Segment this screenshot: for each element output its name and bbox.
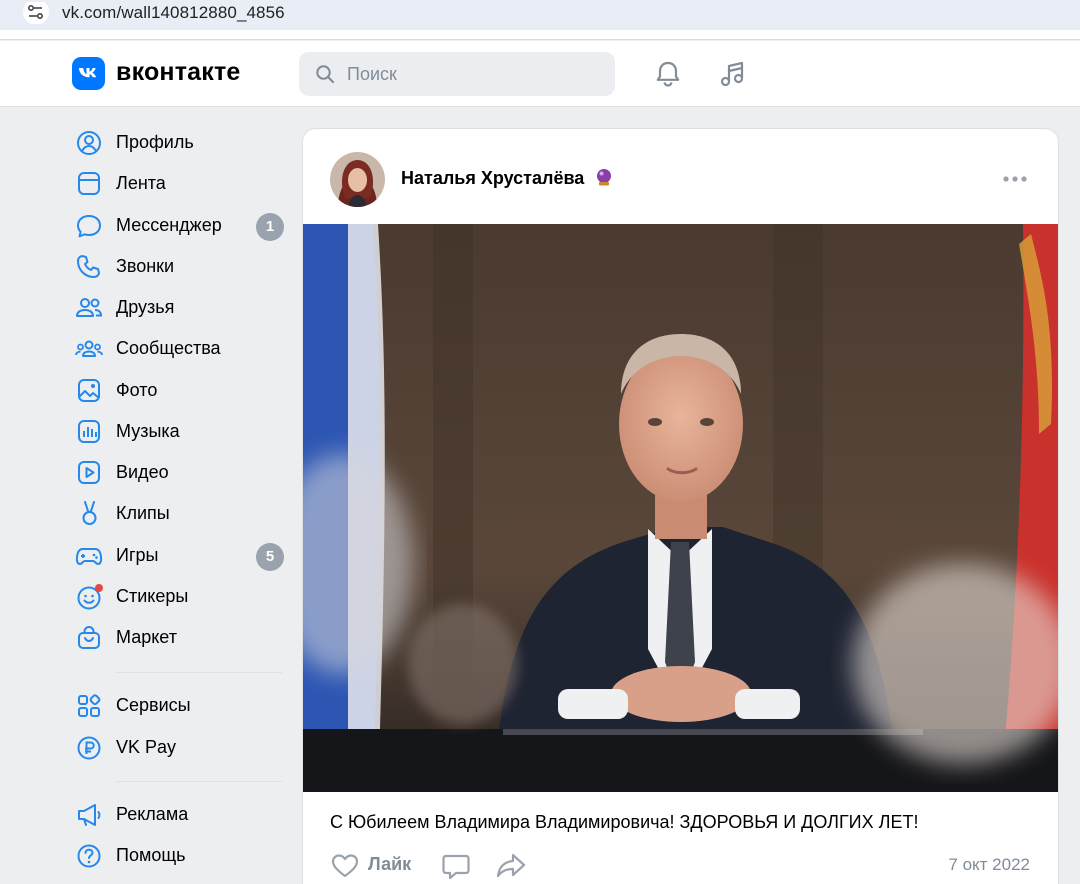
- sidebar-item-profile[interactable]: Профиль: [72, 122, 284, 162]
- sidebar-item-label: Сервисы: [116, 695, 191, 715]
- smile-icon: [77, 584, 103, 610]
- sidebar-item-communities[interactable]: Сообщества: [72, 328, 284, 368]
- sidebar-item-messenger[interactable]: Мессенджер 1: [72, 205, 284, 245]
- megaphone-icon: [78, 804, 101, 826]
- sidebar-item-label: VK Pay: [116, 737, 177, 757]
- sidebar-item-label: Клипы: [116, 503, 170, 523]
- sidebar-item-label: Стикеры: [116, 586, 189, 606]
- wall-post: Наталья Хрусталёва С Юбилеем Владимира В…: [302, 128, 1059, 884]
- help-icon: [77, 844, 101, 868]
- vk-logo-icon[interactable]: [72, 57, 105, 90]
- sidebar-item-label: Маркет: [116, 627, 177, 647]
- crystal-ball-icon: [597, 169, 611, 186]
- sidebar-divider: [116, 672, 282, 673]
- photo-icon: [78, 379, 100, 402]
- sidebar-item-video[interactable]: Видео: [72, 452, 284, 492]
- sidebar-item-label: Лента: [116, 173, 166, 193]
- sidebar-item-market[interactable]: Маркет: [72, 617, 284, 657]
- search-input[interactable]: [347, 52, 597, 96]
- site-header: вконтакте: [0, 41, 1080, 107]
- author-name[interactable]: Наталья Хрусталёва: [401, 168, 584, 189]
- friends-icon: [76, 298, 103, 317]
- sidebar-item-label: Сообщества: [116, 338, 221, 358]
- sidebar-item-services[interactable]: Сервисы: [72, 685, 284, 725]
- community-icon: [75, 340, 103, 357]
- games-count-badge: 5: [256, 543, 284, 571]
- video-icon: [78, 461, 100, 484]
- like-button[interactable]: Лайк: [330, 849, 430, 883]
- post-text: С Юбилеем Владимира Владимировича! ЗДОРО…: [330, 812, 919, 832]
- sidebar-item-games[interactable]: Игры 5: [72, 535, 284, 575]
- vk-logo-text[interactable]: вконтакте: [116, 58, 241, 87]
- share-icon[interactable]: [495, 849, 527, 883]
- sidebar-item-stickers[interactable]: Стикеры: [72, 576, 284, 616]
- post-photo[interactable]: [303, 224, 1058, 792]
- comment-icon[interactable]: [441, 849, 471, 883]
- site-settings-icon[interactable]: [22, 2, 50, 24]
- clips-icon: [82, 501, 97, 525]
- sidebar-item-label: Мессенджер: [116, 215, 222, 235]
- sidebar-item-clips[interactable]: Клипы: [72, 493, 284, 533]
- gamepad-icon: [75, 548, 103, 565]
- author-avatar[interactable]: [330, 152, 385, 207]
- music-icon: [78, 420, 100, 443]
- phone-icon: [77, 255, 100, 278]
- sidebar-item-label: Музыка: [116, 421, 180, 441]
- heart-icon: [331, 854, 359, 878]
- sidebar-item-label: Видео: [116, 462, 169, 482]
- address-pill[interactable]: vk.com/wall140812880_4856: [0, 0, 1080, 30]
- sidebar-item-vkpay[interactable]: VK Pay: [72, 727, 284, 767]
- shopping-bag-icon: [78, 625, 100, 649]
- sidebar-item-label: Фото: [116, 380, 158, 400]
- sidebar-item-feed[interactable]: Лента: [72, 163, 284, 203]
- ruble-icon: [77, 736, 101, 760]
- post-date[interactable]: 7 окт 2022: [948, 855, 1030, 875]
- sidebar-item-label: Реклама: [116, 804, 189, 824]
- sidebar-item-friends[interactable]: Друзья: [72, 287, 284, 327]
- sidebar-item-label: Игры: [116, 545, 159, 565]
- bell-icon[interactable]: [653, 59, 683, 89]
- unread-count-badge: 1: [256, 213, 284, 241]
- sidebar-divider: [116, 781, 282, 782]
- more-options-icon[interactable]: [1001, 169, 1029, 189]
- url-text[interactable]: vk.com/wall140812880_4856: [62, 3, 285, 23]
- browser-address-bar: vk.com/wall140812880_4856: [0, 0, 1080, 40]
- message-icon: [77, 215, 101, 238]
- music-note-icon[interactable]: [718, 59, 748, 89]
- sidebar-item-label: Помощь: [116, 845, 186, 865]
- sidebar-item-photos[interactable]: Фото: [72, 370, 284, 410]
- sidebar-item-ads[interactable]: Реклама: [72, 794, 284, 834]
- search-icon: [316, 65, 335, 84]
- sidebar-item-label: Профиль: [116, 132, 194, 152]
- sidebar-item-label: Друзья: [116, 297, 175, 317]
- services-icon: [78, 694, 101, 717]
- user-circle-icon: [77, 131, 101, 155]
- sidebar-item-help[interactable]: Помощь: [72, 835, 284, 875]
- sidebar-item-calls[interactable]: Звонки: [72, 246, 284, 286]
- sidebar-item-label: Звонки: [116, 256, 175, 276]
- sidebar-item-music[interactable]: Музыка: [72, 411, 284, 451]
- feed-icon: [78, 172, 100, 195]
- search-box[interactable]: [299, 52, 615, 96]
- like-label: Лайк: [368, 854, 412, 874]
